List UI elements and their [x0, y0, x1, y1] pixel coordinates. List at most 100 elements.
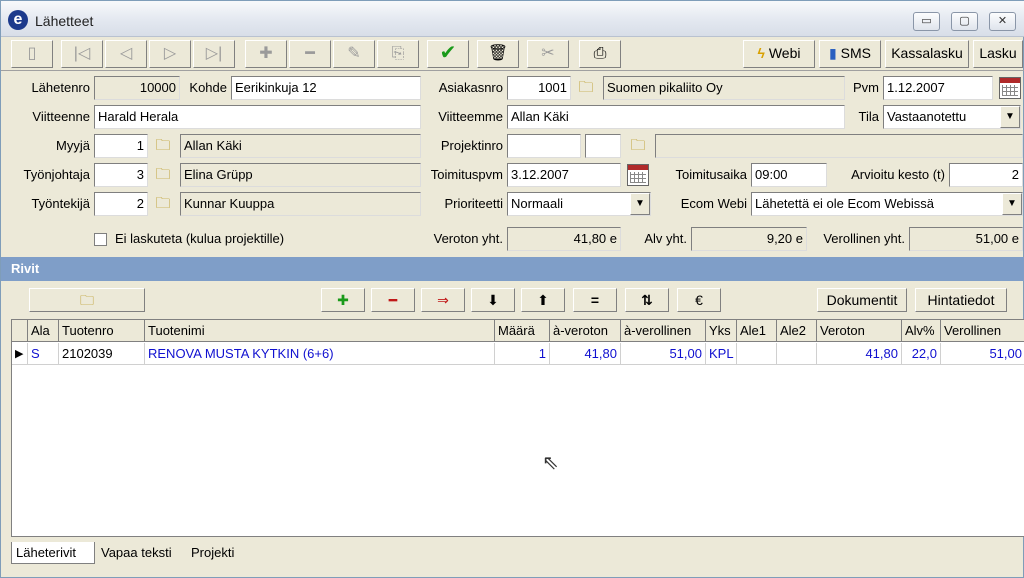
- tyonjohtaja-folder-icon[interactable]: 🗀: [152, 164, 174, 186]
- remove-line-button[interactable]: ━: [371, 288, 415, 312]
- asiakasnro-field[interactable]: 1001: [507, 76, 571, 100]
- document-button[interactable]: ▯: [11, 40, 53, 68]
- export-button[interactable]: ⎘: [377, 40, 419, 68]
- document-icon: ▯: [27, 45, 37, 62]
- export-icon: ⎘: [391, 45, 405, 62]
- kohde-field[interactable]: Eerikinkuja 12: [231, 76, 421, 100]
- move-down-button[interactable]: ⬇: [471, 288, 515, 312]
- move-up-button[interactable]: ⬆: [521, 288, 565, 312]
- projektinro-sub-field[interactable]: [585, 134, 621, 158]
- column-header-a-veroton[interactable]: à-veroton: [550, 320, 621, 342]
- column-header-yks[interactable]: Yks: [706, 320, 737, 342]
- tyontekija-nro-field[interactable]: 2: [94, 192, 148, 216]
- verollinen-yht-label: Verollinen yht.: [823, 231, 905, 246]
- prev-record-button[interactable]: ◁: [105, 40, 147, 68]
- tila-dropdown-icon[interactable]: ▼: [1000, 106, 1020, 128]
- add-line-button[interactable]: ✚: [321, 288, 365, 312]
- customer-folder-icon[interactable]: 🗀: [575, 77, 597, 99]
- print-icon: ⎙: [593, 45, 607, 62]
- tyontekija-folder-icon[interactable]: 🗀: [152, 193, 174, 215]
- column-header-alv[interactable]: Alv%: [902, 320, 941, 342]
- arvioitu-kesto-field[interactable]: 2: [949, 163, 1023, 187]
- title-bar: e Lähetteet ▭ ▢ ✕: [1, 1, 1024, 37]
- calendar-icon[interactable]: [999, 77, 1021, 99]
- attach-button[interactable]: ✂: [527, 40, 569, 68]
- prioriteetti-dropdown-icon[interactable]: ▼: [630, 193, 650, 215]
- ecom-webi-select[interactable]: Lähetettä ei ole Ecom Webissä: [751, 192, 1023, 216]
- next-record-button[interactable]: ▷: [149, 40, 191, 68]
- myyja-folder-icon[interactable]: 🗀: [152, 135, 174, 157]
- hintatiedot-button[interactable]: Hintatiedot: [915, 288, 1007, 312]
- minimize-button[interactable]: ▭: [913, 12, 940, 31]
- webi-button[interactable]: ϟ Webi: [743, 40, 815, 68]
- table-cell-veroton[interactable]: 41,80: [817, 343, 902, 365]
- myyja-nro-field[interactable]: 1: [94, 134, 148, 158]
- toimituspvm-label: Toimituspvm: [430, 167, 503, 182]
- mouse-cursor-icon: ⇖: [542, 452, 559, 474]
- column-header-maara[interactable]: Määrä: [495, 320, 550, 342]
- table-cell-ale1[interactable]: [737, 343, 777, 365]
- remove-record-button[interactable]: ━: [289, 40, 331, 68]
- table-cell-yks[interactable]: KPL: [706, 343, 737, 365]
- column-header-veroton[interactable]: Veroton: [817, 320, 902, 342]
- edit-button[interactable]: ✎: [333, 40, 375, 68]
- ecom-webi-dropdown-icon[interactable]: ▼: [1002, 193, 1022, 215]
- column-header-tuotenimi[interactable]: Tuotenimi: [145, 320, 495, 342]
- close-button[interactable]: ✕: [989, 12, 1016, 31]
- lines-grid[interactable]: Ala Tuotenro Tuotenimi Määrä à-veroton à…: [11, 319, 1024, 537]
- projektinro-field[interactable]: [507, 134, 581, 158]
- tab-laheterivit[interactable]: Läheterivit: [11, 542, 95, 564]
- column-header-ale1[interactable]: Ale1: [737, 320, 777, 342]
- price-button[interactable]: €: [677, 288, 721, 312]
- lasku-button[interactable]: Lasku: [973, 40, 1023, 68]
- tyonjohtaja-nro-field[interactable]: 3: [94, 163, 148, 187]
- column-header-a-verollinen[interactable]: à-verollinen: [621, 320, 706, 342]
- table-cell-ale2[interactable]: [777, 343, 817, 365]
- move-line-button[interactable]: ⇒: [421, 288, 465, 312]
- column-header-verollinen[interactable]: Verollinen: [941, 320, 1024, 342]
- viitteemme-field[interactable]: Allan Käki: [507, 105, 845, 129]
- maximize-button[interactable]: ▢: [951, 12, 978, 31]
- equals-button[interactable]: =: [573, 288, 617, 312]
- kassalasku-button[interactable]: Kassalasku: [885, 40, 969, 68]
- toimituspvm-calendar-icon[interactable]: [627, 164, 649, 186]
- toimituspvm-field[interactable]: 3.12.2007: [507, 163, 621, 187]
- pvm-field[interactable]: 1.12.2007: [883, 76, 993, 100]
- equals-icon: =: [590, 292, 600, 308]
- tab-vapaa-teksti[interactable]: Vapaa teksti: [97, 542, 189, 564]
- column-header-ale2[interactable]: Ale2: [777, 320, 817, 342]
- toimitusaika-field[interactable]: 09:00: [751, 163, 827, 187]
- print-button[interactable]: ⎙: [579, 40, 621, 68]
- projekti-folder-icon[interactable]: 🗀: [627, 135, 649, 157]
- table-cell-maara[interactable]: 1: [495, 343, 550, 365]
- table-cell-verollinen[interactable]: 51,00: [941, 343, 1024, 365]
- tab-projekti[interactable]: Projekti: [187, 542, 253, 564]
- folder-icon: 🗀: [80, 292, 94, 308]
- sms-button[interactable]: ▮ SMS: [819, 40, 881, 68]
- sort-button[interactable]: ⇅: [625, 288, 669, 312]
- ei-laskuteta-checkbox[interactable]: [94, 233, 107, 246]
- table-cell-a-veroton[interactable]: 41,80: [550, 343, 621, 365]
- prev-icon: ◁: [119, 45, 133, 62]
- add-record-button[interactable]: ✚: [245, 40, 287, 68]
- lahetenro-field: 10000: [94, 76, 180, 100]
- table-cell-ala[interactable]: S: [28, 343, 59, 365]
- table-cell-tuotenro[interactable]: 2102039: [59, 343, 145, 365]
- dokumentit-button[interactable]: Dokumentit: [817, 288, 907, 312]
- first-icon: |◁: [73, 45, 91, 62]
- open-lines-button[interactable]: 🗀: [29, 288, 145, 312]
- table-cell-tuotenimi[interactable]: RENOVA MUSTA KYTKIN (6+6): [145, 343, 495, 365]
- column-header-ala[interactable]: Ala: [28, 320, 59, 342]
- viitteenne-field[interactable]: Harald Herala: [94, 105, 421, 129]
- plus-icon: ✚: [337, 292, 349, 308]
- table-cell-alv[interactable]: 22,0: [902, 343, 941, 365]
- first-record-button[interactable]: |◁: [61, 40, 103, 68]
- next-icon: ▷: [163, 45, 177, 62]
- delete-button[interactable]: 🗑: [477, 40, 519, 68]
- column-header-tuotenro[interactable]: Tuotenro: [59, 320, 145, 342]
- confirm-button[interactable]: ✔: [427, 40, 469, 68]
- last-record-button[interactable]: ▷|: [193, 40, 235, 68]
- asiakasnro-label: Asiakasnro: [438, 80, 503, 95]
- table-cell-a-verollinen[interactable]: 51,00: [621, 343, 706, 365]
- alv-yht-label: Alv yht.: [644, 231, 687, 246]
